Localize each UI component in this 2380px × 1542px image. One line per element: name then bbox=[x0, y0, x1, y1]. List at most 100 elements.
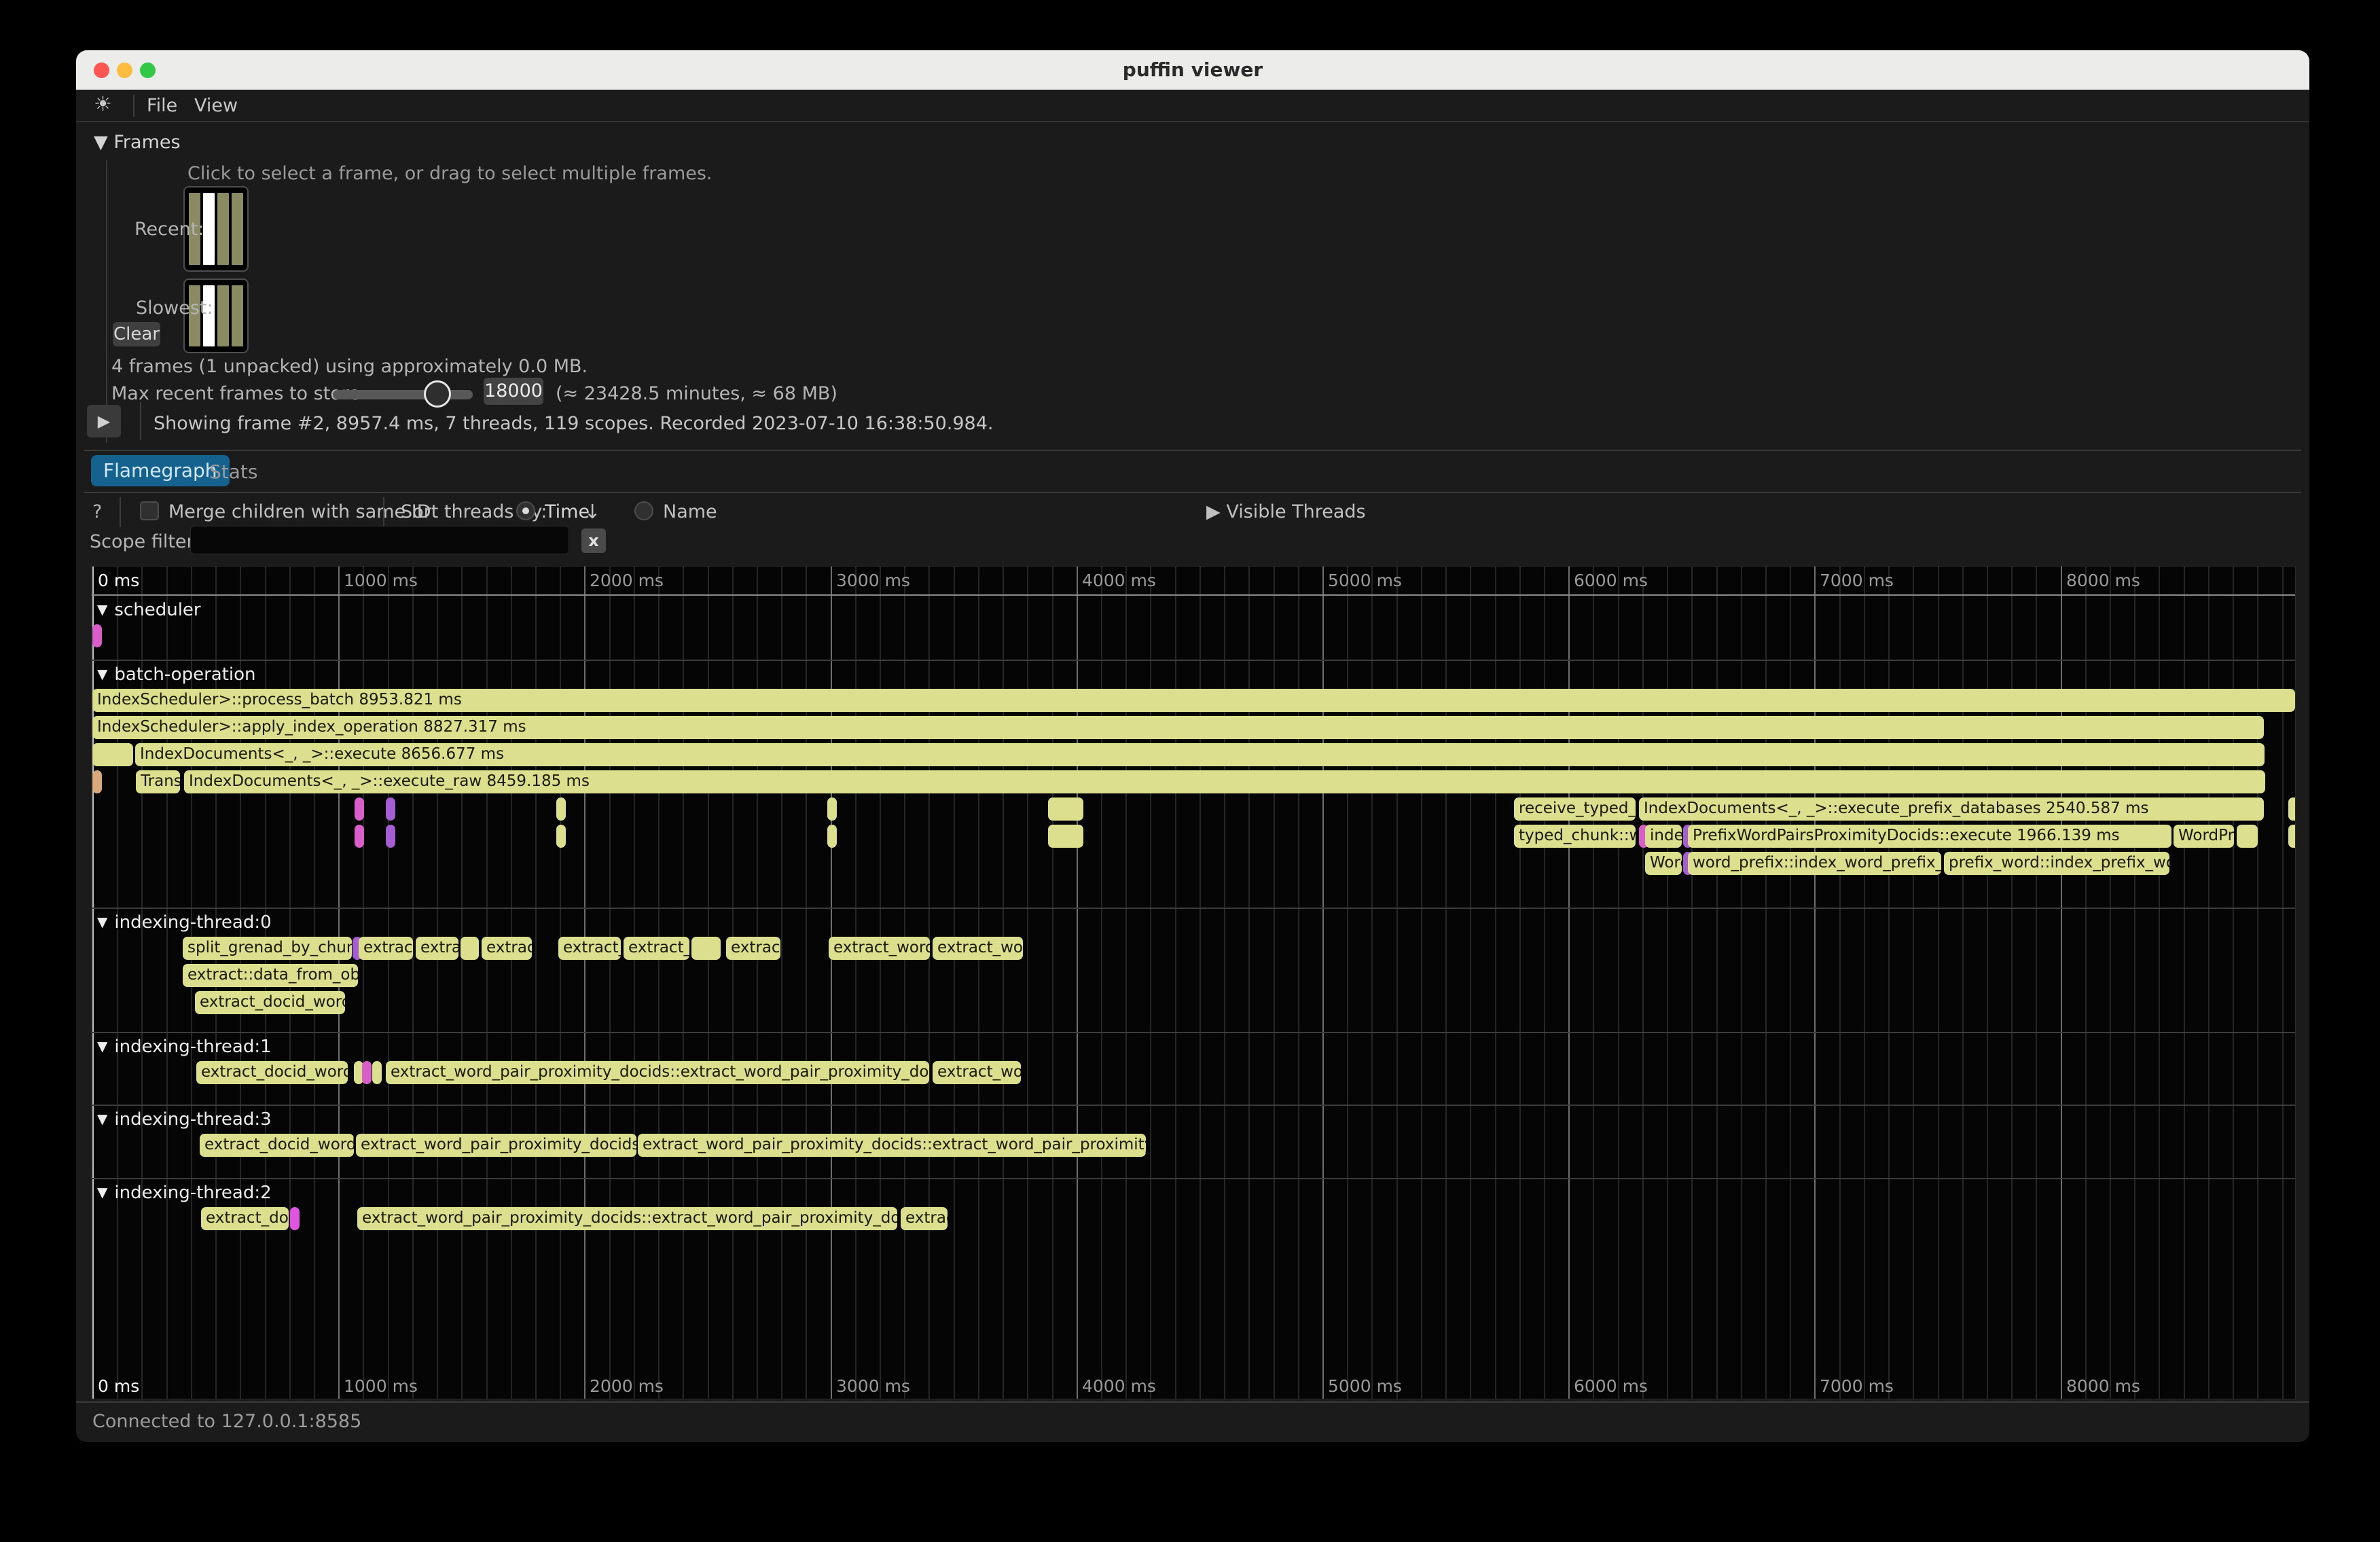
sort-direction-arrow-icon[interactable]: ↓ bbox=[584, 500, 600, 523]
sort-time-radio[interactable] bbox=[516, 501, 535, 520]
flamegraph-scope-bar[interactable] bbox=[355, 797, 364, 821]
thread-group-header[interactable]: ▼indexing-thread:3 bbox=[97, 1109, 272, 1130]
max-frames-slider[interactable] bbox=[333, 390, 473, 399]
thread-group-header[interactable]: ▼scheduler bbox=[97, 600, 201, 620]
flamegraph-scope-bar[interactable] bbox=[92, 743, 133, 766]
flamegraph-scope-bar[interactable]: Trans bbox=[136, 770, 180, 793]
flamegraph-scope-bar[interactable]: extract::data_from_ob bbox=[183, 964, 358, 987]
menu-file[interactable]: File bbox=[147, 95, 177, 116]
flamegraph-scope-bar[interactable]: extract_docid_word bbox=[196, 1061, 348, 1084]
flamegraph-scope-bar[interactable] bbox=[355, 825, 364, 848]
flamegraph-scope-bar[interactable] bbox=[827, 797, 837, 821]
flamegraph-scope-bar[interactable]: typed_chunk::w bbox=[1514, 825, 1636, 848]
flamegraph-scope-bar[interactable]: prefix_word::index_prefix_wo bbox=[1944, 852, 2169, 875]
frame-bar[interactable] bbox=[232, 285, 243, 346]
thread-group-separator bbox=[92, 660, 2295, 661]
flamegraph-scope-bar[interactable]: extract_docid_word bbox=[195, 991, 345, 1014]
tab-stats[interactable]: Stats bbox=[209, 461, 257, 483]
clear-button[interactable]: Clear bbox=[113, 322, 160, 346]
thread-group-separator bbox=[92, 1105, 2295, 1106]
flamegraph-scope-bar[interactable]: index bbox=[1645, 825, 1682, 848]
flamegraph-scope-bar[interactable]: extract bbox=[359, 937, 413, 960]
flamegraph-scope-bar[interactable]: extract_doc bbox=[201, 1207, 289, 1230]
flamegraph-scope-bar[interactable] bbox=[386, 797, 395, 821]
thread-group-header[interactable]: ▼indexing-thread:1 bbox=[97, 1037, 272, 1057]
flamegraph-scope-bar[interactable]: IndexDocuments<_, _>::execute_raw 8459.1… bbox=[184, 770, 2265, 793]
flamegraph-scope-bar[interactable] bbox=[2288, 797, 2296, 821]
flamegraph-scope-bar[interactable] bbox=[691, 937, 721, 960]
flamegraph-scope-bar[interactable]: extrac bbox=[482, 937, 532, 960]
flamegraph-scope-bar[interactable]: extract_ bbox=[558, 937, 621, 960]
flamegraph-scope-bar[interactable] bbox=[2237, 825, 2258, 848]
flamegraph-scope-bar[interactable] bbox=[556, 825, 566, 848]
flamegraph-scope-bar[interactable]: word_prefix::index_word_prefix_ bbox=[1688, 852, 1941, 875]
sort-name-radio[interactable] bbox=[634, 501, 653, 520]
flamegraph-scope-bar[interactable] bbox=[92, 770, 102, 793]
flamegraph-scope-bar[interactable] bbox=[386, 825, 395, 848]
tab-flamegraph[interactable]: Flamegraph bbox=[91, 455, 230, 486]
clear-filter-button[interactable]: x bbox=[581, 528, 606, 553]
flamegraph-scope-bar[interactable] bbox=[1048, 797, 1083, 821]
flamegraph-scope-bar[interactable]: extract_word bbox=[829, 937, 930, 960]
thread-group-header[interactable]: ▼batch-operation bbox=[97, 664, 256, 685]
flamegraph-scope-bar[interactable]: receive_typed_ bbox=[1514, 797, 1636, 821]
max-frames-value[interactable]: 18000 bbox=[484, 378, 543, 405]
flamegraph-scope-bar[interactable]: extract_word_pair_proximity_docids::extr… bbox=[357, 1207, 897, 1230]
flamegraph-scope-bar[interactable] bbox=[92, 624, 102, 647]
flamegraph-scope-bar[interactable] bbox=[290, 1207, 300, 1230]
axis-label: 4000 ms bbox=[1082, 1376, 1156, 1396]
flamegraph-canvas[interactable]: 0 ms0 ms1000 ms1000 ms2000 ms2000 ms3000… bbox=[91, 566, 2296, 1399]
axis-line bbox=[92, 594, 2295, 596]
flamegraph-scope-bar[interactable]: extract_word_pair_proximity_docids bbox=[356, 1134, 636, 1157]
menu-view[interactable]: View bbox=[194, 95, 238, 116]
flamegraph-scope-bar[interactable]: IndexScheduler>::process_batch 8953.821 … bbox=[92, 689, 2295, 712]
thread-group-separator bbox=[92, 908, 2295, 909]
visible-threads-header[interactable]: ▶ Visible Threads bbox=[1206, 501, 1366, 522]
flamegraph-scope-bar[interactable]: extract_wo bbox=[933, 937, 1023, 960]
flamegraph-scope-bar[interactable] bbox=[827, 825, 837, 848]
flamegraph-scope-bar[interactable] bbox=[461, 937, 479, 960]
flamegraph-scope-bar[interactable]: IndexScheduler>::apply_index_operation 8… bbox=[92, 716, 2264, 739]
axis-label: 5000 ms bbox=[1328, 1376, 1402, 1396]
collapse-triangle-icon: ▼ bbox=[97, 1038, 107, 1054]
flamegraph-scope-bar[interactable]: IndexDocuments<_, _>::execute 8656.677 m… bbox=[135, 743, 2265, 766]
flamegraph-scope-bar[interactable]: IndexDocuments<_, _>::execute_prefix_dat… bbox=[1639, 797, 2264, 821]
frame-bar[interactable] bbox=[232, 193, 243, 265]
play-button[interactable]: ▶ bbox=[87, 405, 121, 437]
flamegraph-scope-bar[interactable] bbox=[362, 1061, 372, 1084]
flamegraph-scope-bar[interactable]: extract_word_pair_proximity_docids::extr… bbox=[386, 1061, 929, 1084]
flamegraph-scope-bar[interactable]: extra bbox=[416, 937, 458, 960]
flamegraph-scope-bar[interactable]: extract_word_pair_proximity_docids::extr… bbox=[638, 1134, 1146, 1157]
flamegraph-scope-bar[interactable]: PrefixWordPairsProximityDocids::execute … bbox=[1688, 825, 2171, 848]
flamegraph-scope-bar[interactable]: extrac bbox=[901, 1207, 948, 1230]
frames-section-header[interactable]: ▼ Frames bbox=[94, 132, 181, 153]
flamegraph-scope-bar[interactable]: extract_docid_word bbox=[200, 1134, 354, 1157]
flamegraph-scope-bar[interactable] bbox=[372, 1061, 382, 1084]
thread-group-header[interactable]: ▼indexing-thread:0 bbox=[97, 912, 272, 933]
collapse-triangle-icon: ▼ bbox=[97, 1111, 107, 1127]
indent-guide bbox=[106, 160, 107, 443]
flamegraph-scope-bar[interactable] bbox=[556, 797, 566, 821]
flamegraph-scope-bar[interactable]: extract bbox=[726, 937, 780, 960]
flamegraph-scope-bar[interactable]: WordPr bbox=[2174, 825, 2234, 848]
flamegraph-scope-bar[interactable]: extract_ bbox=[624, 937, 689, 960]
separator bbox=[383, 497, 384, 527]
flamegraph-scope-bar[interactable] bbox=[2288, 825, 2296, 848]
flamegraph-scope-bar[interactable]: extract_wo bbox=[933, 1061, 1021, 1084]
frame-bar[interactable] bbox=[217, 193, 229, 265]
axis-label: 6000 ms bbox=[1574, 1376, 1648, 1396]
flamegraph-scope-bar[interactable]: split_grenad_by_chun bbox=[183, 937, 352, 960]
theme-toggle-sun-icon[interactable]: ☀ bbox=[94, 92, 112, 116]
scope-filter-input[interactable] bbox=[190, 526, 569, 554]
frame-bar[interactable] bbox=[203, 193, 215, 265]
flamegraph-scope-bar[interactable] bbox=[1048, 825, 1083, 848]
thread-group-header[interactable]: ▼indexing-thread:2 bbox=[97, 1183, 272, 1203]
slider-knob[interactable] bbox=[424, 380, 451, 408]
menu-bar: ☀ File View bbox=[76, 90, 2309, 122]
flamegraph-scope-bar[interactable]: Word bbox=[1645, 852, 1682, 875]
frame-bar[interactable] bbox=[217, 285, 229, 346]
play-icon: ▶ bbox=[98, 412, 110, 431]
merge-children-checkbox[interactable] bbox=[140, 501, 159, 520]
help-button[interactable]: ? bbox=[92, 501, 102, 522]
axis-label: 7000 ms bbox=[1820, 1376, 1894, 1396]
